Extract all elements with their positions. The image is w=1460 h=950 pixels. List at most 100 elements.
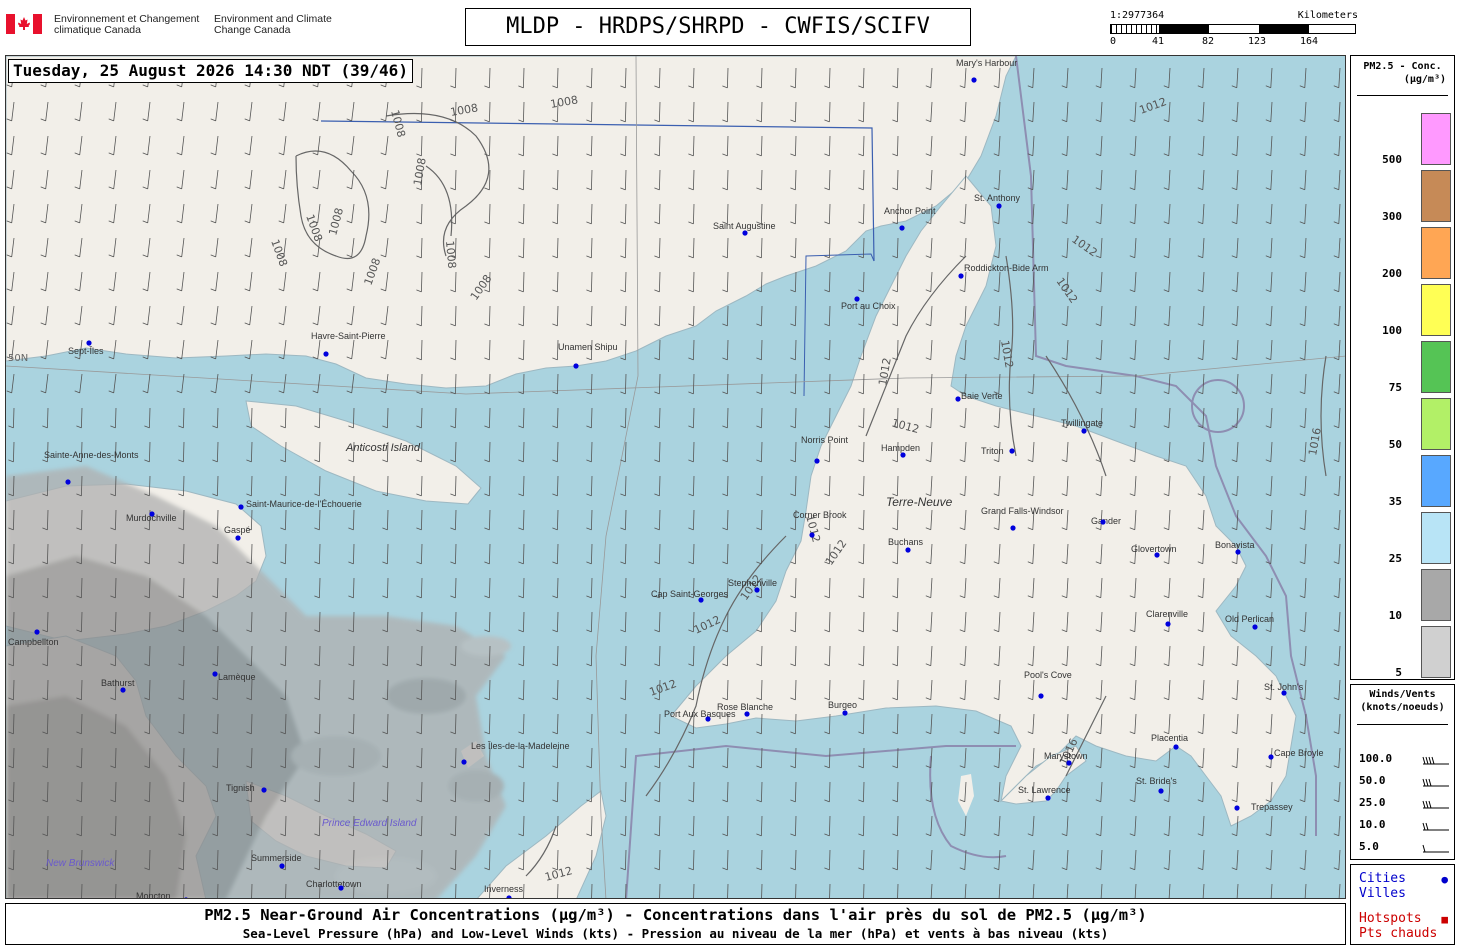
city-label: Bonavista	[1215, 540, 1255, 550]
city-label: Cap Saint-Georges	[651, 589, 729, 599]
city-label: Port au Choix	[841, 301, 896, 311]
city-label: Sainte-Anne-des-Monts	[44, 450, 139, 460]
city-marker-icon[interactable]	[65, 479, 71, 485]
wind-speed-label: 50.0	[1359, 774, 1386, 787]
city-marker-icon[interactable]	[705, 716, 711, 722]
pm25-level-label: 35	[1388, 495, 1402, 508]
city-marker-icon[interactable]	[899, 225, 905, 231]
city-marker-icon[interactable]	[814, 458, 820, 464]
city-marker-icon[interactable]	[34, 629, 40, 635]
pm25-swatch	[1421, 569, 1451, 621]
city-marker-icon[interactable]	[1252, 624, 1258, 630]
city-marker-icon[interactable]	[1045, 795, 1051, 801]
city-marker-icon[interactable]	[1234, 805, 1240, 811]
wind-legend-title: Winds/Vents	[1369, 689, 1436, 700]
city-marker-icon[interactable]	[1038, 693, 1044, 699]
city-marker-icon[interactable]	[238, 504, 244, 510]
city-marker-icon[interactable]	[1154, 552, 1160, 558]
pm25-swatch	[1421, 398, 1451, 450]
pm25-level-label: 50	[1388, 438, 1402, 451]
city-marker-icon[interactable]	[1235, 549, 1241, 555]
city-marker-icon[interactable]	[1009, 448, 1015, 454]
caption-line-2: Sea-Level Pressure (hPa) and Low-Level W…	[242, 926, 1109, 941]
city-label: Tignish	[226, 783, 255, 793]
city-marker-icon[interactable]	[279, 863, 285, 869]
city-label: Placentia	[1151, 733, 1188, 743]
city-marker-icon[interactable]	[1066, 760, 1072, 766]
city-label: Triton	[981, 446, 1004, 456]
city-label: Clarenville	[1146, 609, 1188, 619]
city-marker-icon[interactable]	[1281, 690, 1287, 696]
wind-barb-sample-icon	[1422, 822, 1449, 831]
city-marker-icon[interactable]	[698, 597, 704, 603]
new-brunswick-label: New Brunswick	[46, 858, 115, 869]
city-marker-icon[interactable]	[1165, 621, 1171, 627]
city-marker-icon[interactable]	[573, 363, 579, 369]
city-marker-icon[interactable]	[958, 273, 964, 279]
city-marker-icon[interactable]	[1268, 754, 1274, 760]
city-label: Hampden	[881, 443, 920, 453]
city-marker-icon[interactable]	[323, 351, 329, 357]
city-marker-icon[interactable]	[261, 787, 267, 793]
map-canvas[interactable]: 1008 1008 1008 1008 1008 1008 1008 1008 1008 1008…	[5, 55, 1346, 899]
city-marker-icon[interactable]	[809, 532, 815, 538]
pm25-level-label: 200	[1382, 267, 1402, 280]
city-marker-icon[interactable]	[842, 710, 848, 716]
pm25-swatch	[1421, 284, 1451, 336]
city-marker-icon[interactable]	[338, 885, 344, 891]
city-marker-icon[interactable]	[905, 547, 911, 553]
city-label: Stephenville	[728, 578, 777, 588]
city-marker-icon[interactable]	[86, 340, 92, 346]
city-marker-icon: ●	[1441, 873, 1448, 886]
city-label: Baie Verte	[961, 391, 1003, 401]
scale-bar-graphic	[1110, 24, 1356, 34]
city-label: Old Perlican	[1225, 614, 1274, 624]
city-label: Trepassey	[1251, 802, 1293, 812]
pm25-swatch	[1421, 626, 1451, 678]
city-marker-icon[interactable]	[754, 587, 760, 593]
wind-speed-label: 25.0	[1359, 796, 1386, 809]
city-label: Twillingate	[1061, 418, 1103, 428]
scale-tick: 0	[1110, 36, 1117, 47]
city-marker-icon[interactable]	[235, 535, 241, 541]
city-marker-icon[interactable]	[461, 759, 467, 765]
city-marker-icon[interactable]	[120, 687, 126, 693]
city-marker-icon[interactable]	[742, 230, 748, 236]
isobar-label: 1008	[443, 240, 458, 269]
city-marker-icon[interactable]	[1173, 744, 1179, 750]
city-marker-icon[interactable]	[900, 452, 906, 458]
city-marker-icon[interactable]	[1100, 519, 1106, 525]
pm25-level-label: 5	[1395, 666, 1402, 679]
city-marker-icon[interactable]	[996, 203, 1002, 209]
city-marker-icon[interactable]	[971, 77, 977, 83]
pm25-level-label: 300	[1382, 210, 1402, 223]
city-label: Corner Brook	[793, 510, 847, 520]
department-name-fr: Environnement et Changement climatique C…	[54, 13, 200, 36]
city-label: Buchans	[888, 537, 924, 547]
department-name-en: Environment and Climate Change Canada	[214, 13, 332, 36]
city-marker-icon[interactable]	[1081, 428, 1087, 434]
city-marker-icon[interactable]	[955, 396, 961, 402]
city-label: Sept-Îles	[68, 346, 104, 356]
newfoundland-label: Terre-Neuve	[886, 495, 953, 509]
anticosti-label: Anticosti Island	[345, 442, 421, 454]
cities-label-en: Cities	[1359, 871, 1406, 886]
scale-unit: Kilometers	[1297, 10, 1358, 21]
city-label: Gaspé	[224, 525, 251, 535]
city-marker-icon[interactable]	[1010, 525, 1016, 531]
city-label: Moncton	[136, 891, 171, 899]
pm25-swatch	[1421, 227, 1451, 279]
city-label: Rose Blanche	[717, 702, 773, 712]
city-label: St. Lawrence	[1018, 785, 1071, 795]
city-marker-icon[interactable]	[149, 511, 155, 517]
city-marker-icon[interactable]	[854, 296, 860, 302]
pm25-swatch	[1421, 170, 1451, 222]
pm25-level-label: 10	[1388, 609, 1402, 622]
city-label: Unamen Shipu	[558, 342, 618, 352]
city-marker-icon[interactable]	[1158, 788, 1164, 794]
city-label: Anchor Point	[884, 206, 936, 216]
city-label: Campbellton	[8, 637, 59, 647]
wind-barb-sample-icon	[1422, 756, 1449, 765]
city-marker-icon[interactable]	[212, 671, 218, 677]
city-marker-icon[interactable]	[744, 711, 750, 717]
